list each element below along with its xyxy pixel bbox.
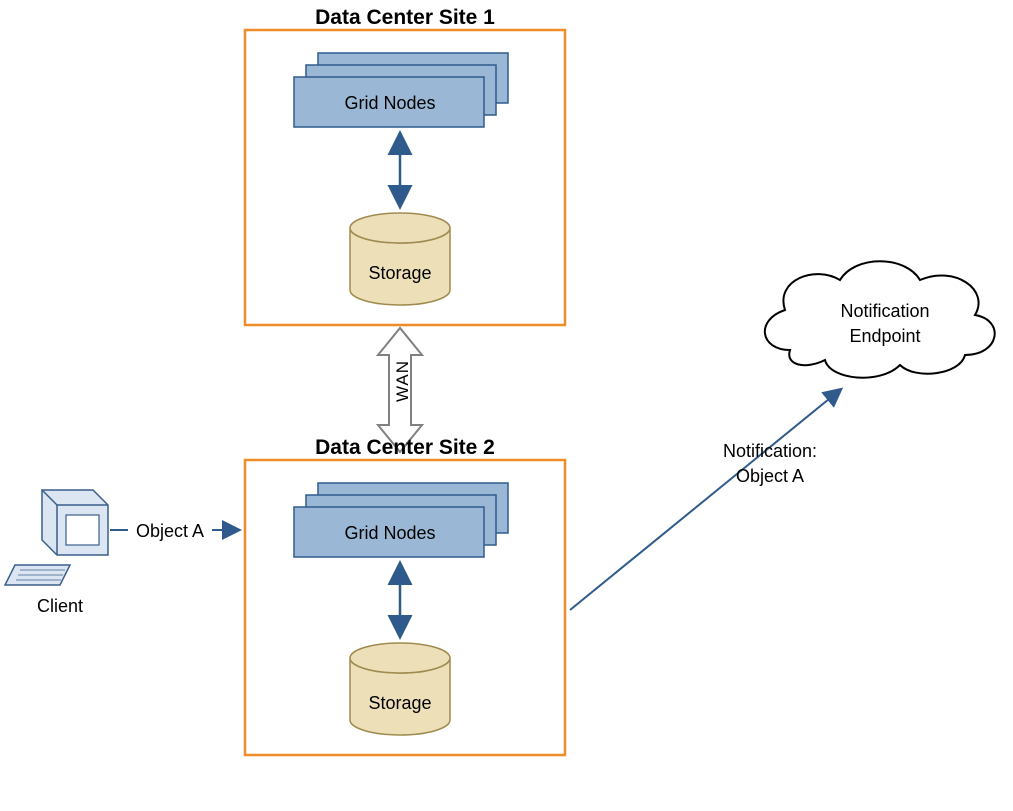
notification-label-1: Notification:	[695, 440, 845, 463]
cloud-label-1: Notification	[820, 300, 950, 323]
client-label: Client	[20, 595, 100, 618]
site2-title: Data Center Site 2	[270, 435, 540, 461]
site1-storage-label: Storage	[350, 262, 450, 285]
notification-label-2: Object A	[695, 465, 845, 488]
notification-arrow	[570, 390, 840, 610]
site1-title: Data Center Site 1	[270, 5, 540, 31]
wan-label: WAN	[392, 360, 412, 402]
site2-grid-nodes	[294, 483, 508, 557]
site2-storage	[350, 643, 450, 735]
site2-storage-label: Storage	[350, 692, 450, 715]
site2-grid-label: Grid Nodes	[300, 522, 480, 545]
site1-storage	[350, 213, 450, 305]
diagram-canvas	[0, 0, 1013, 811]
object-a-label: Object A	[125, 520, 215, 543]
site1-grid-nodes	[294, 53, 508, 127]
client-icon	[5, 490, 108, 585]
cloud-label-2: Endpoint	[820, 325, 950, 348]
site1-grid-label: Grid Nodes	[300, 92, 480, 115]
